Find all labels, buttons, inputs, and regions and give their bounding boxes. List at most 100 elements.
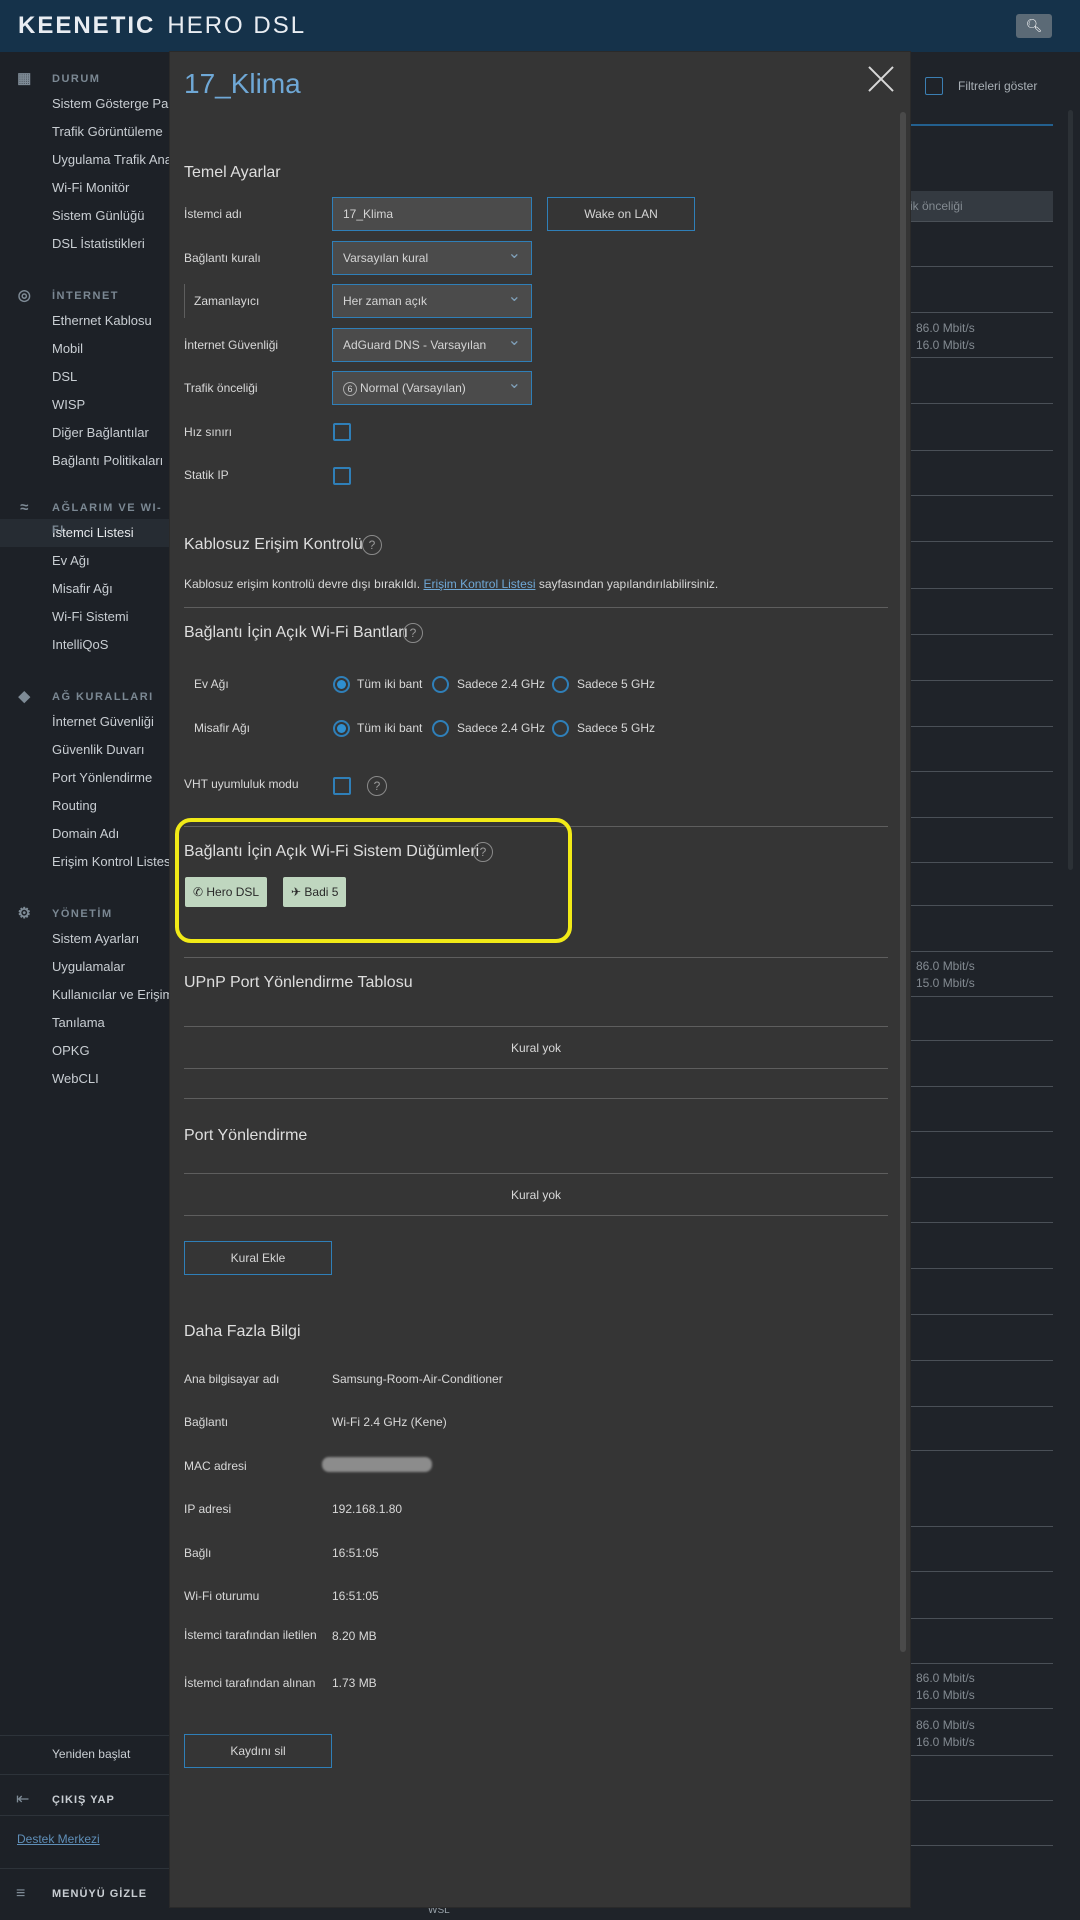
info-label: Bağlantı: [184, 1415, 229, 1429]
connection-rule-select[interactable]: Varsayılan kural: [332, 238, 532, 275]
sidebar-item[interactable]: Uygulama Trafik Analizi: [0, 146, 170, 174]
modal-title: 17_Klima: [184, 68, 301, 99]
sidebar-item[interactable]: Misafir Ağı: [0, 575, 170, 603]
sidebar-item[interactable]: DSL: [0, 363, 170, 391]
background-row-line: [910, 588, 1053, 589]
received-value: 1.73 MB: [332, 1676, 377, 1690]
table-top-line: [184, 1173, 888, 1174]
sidebar-item[interactable]: WISP: [0, 391, 170, 419]
sidebar-item[interactable]: Erişim Kontrol Listesi: [0, 848, 170, 876]
sidebar-divider: [0, 1868, 170, 1869]
background-row-line: [910, 1040, 1053, 1041]
info-label: İstemci tarafından alınan: [184, 1676, 316, 1690]
home-both-bands-radio[interactable]: [333, 676, 350, 693]
sidebar-item[interactable]: Trafik Görüntüleme: [0, 118, 170, 146]
background-row-line: [910, 1663, 1053, 1664]
traffic-priority-select[interactable]: 6 Normal (Varsayılan): [332, 368, 532, 405]
sidebar-item[interactable]: Wi-Fi Sistemi: [0, 603, 170, 631]
background-row-line: [910, 1526, 1053, 1527]
internet-security-select[interactable]: AdGuard DNS - Varsayılan: [332, 325, 532, 362]
close-icon[interactable]: [866, 64, 896, 94]
restart-button[interactable]: Yeniden başlat: [0, 1744, 170, 1764]
guest-5ghz-radio[interactable]: [552, 720, 569, 737]
scheduler-select[interactable]: Her zaman açık: [332, 281, 532, 318]
sidebar-item[interactable]: Güvenlik Duvarı: [0, 736, 170, 764]
highlight-annotation: [175, 818, 572, 943]
sidebar-item-client-list[interactable]: İstemci Listesi: [0, 519, 170, 547]
menu-icon: ≡: [16, 1885, 26, 1902]
sidebar-item[interactable]: Sistem Günlüğü: [0, 202, 170, 230]
modal-scrollbar[interactable]: [900, 112, 906, 1652]
port-forward-heading: Port Yönlendirme: [184, 1127, 308, 1144]
background-row-line: [910, 951, 1053, 952]
background-row-line: [910, 450, 1053, 451]
background-row-line: [910, 1800, 1053, 1801]
sidebar-item[interactable]: Wi-Fi Monitör: [0, 174, 170, 202]
logout-button[interactable]: ⇤ ÇIKIŞ YAP: [0, 1780, 170, 1820]
guest-both-bands-radio[interactable]: [333, 720, 350, 737]
wifi-bands-heading: Bağlantı İçin Açık Wi-Fi Bantları: [184, 624, 409, 641]
home-24ghz-radio[interactable]: [432, 676, 449, 693]
background-row-line: [910, 1268, 1053, 1269]
sidebar-section-rules: ◆ AĞ KURALLARI İnternet Güvenliği Güvenli…: [0, 686, 170, 876]
support-link[interactable]: Destek Merkezi: [0, 1832, 170, 1846]
sidebar-item[interactable]: Bağlantı Politikaları: [0, 447, 170, 475]
filters-checkbox[interactable]: [925, 77, 943, 95]
sidebar-item[interactable]: Uygulamalar: [0, 953, 170, 981]
wifi-session-value: 16:51:05: [332, 1589, 379, 1603]
background-bottom-strip: WSL: [260, 1905, 910, 1920]
static-ip-checkbox[interactable]: [333, 467, 351, 485]
help-icon[interactable]: ?: [362, 535, 382, 555]
sidebar-item[interactable]: Tanılama: [0, 1009, 170, 1037]
help-icon[interactable]: ?: [403, 623, 423, 643]
client-name-input[interactable]: 17_Klima: [332, 197, 532, 231]
sidebar-section-internet: ◎ İNTERNET Ethernet Kablosu Mobil DSL WIS…: [0, 285, 170, 475]
sidebar-item[interactable]: Ev Ağı: [0, 547, 170, 575]
sidebar-section-networks: ≈ AĞLARIM VE WI-FI İstemci Listesi Ev Ağı…: [0, 497, 170, 659]
sidebar-item[interactable]: DSL İstatistikleri: [0, 230, 170, 258]
info-label: Ana bilgisayar adı: [184, 1372, 280, 1386]
wake-on-lan-button[interactable]: Wake on LAN: [547, 197, 695, 231]
sidebar-item[interactable]: Diğer Bağlantılar: [0, 419, 170, 447]
speed-limit-checkbox[interactable]: [333, 423, 351, 441]
divider: [184, 1098, 888, 1099]
background-scrollbar[interactable]: [1068, 110, 1073, 870]
background-row-line: [910, 1708, 1053, 1709]
sidebar-item[interactable]: Mobil: [0, 335, 170, 363]
sidebar-divider: [0, 1735, 170, 1736]
radio-label: Sadece 5 GHz: [577, 677, 656, 691]
background-row-line: [910, 1360, 1053, 1361]
sidebar-item[interactable]: Routing: [0, 792, 170, 820]
acl-link[interactable]: Erişim Kontrol Listesi: [423, 577, 535, 591]
sidebar-item[interactable]: İnternet Güvenliği: [0, 708, 170, 736]
add-rule-button[interactable]: Kural Ekle: [184, 1241, 332, 1275]
table-bottom-line: [184, 1068, 888, 1069]
guest-24ghz-radio[interactable]: [432, 720, 449, 737]
indent-line: [184, 284, 185, 318]
sidebar-divider: [0, 1815, 170, 1816]
help-icon[interactable]: ?: [367, 776, 387, 796]
vht-checkbox[interactable]: [333, 777, 351, 795]
sidebar-item[interactable]: Domain Adı: [0, 820, 170, 848]
sidebar-item[interactable]: OPKG: [0, 1037, 170, 1065]
port-forward-empty-text: Kural yok: [510, 1188, 562, 1202]
sidebar-item[interactable]: WebCLI: [0, 1065, 170, 1093]
sidebar-item[interactable]: Sistem Ayarları: [0, 925, 170, 953]
wireless-acl-text: Kablosuz erişim kontrolü devre dışı bıra…: [184, 577, 719, 591]
speed-cell: 86.0 Mbit/s 16.0 Mbit/s: [916, 321, 975, 352]
sidebar-item[interactable]: Kullanıcılar ve Erişim: [0, 981, 170, 1009]
sidebar-item[interactable]: Ethernet Kablosu: [0, 307, 170, 335]
gear-icon: ⚙: [17, 905, 33, 922]
sidebar-item[interactable]: IntelliQoS: [0, 631, 170, 659]
hide-menu-button[interactable]: ≡ MENÜYÜ GİZLE: [0, 1874, 170, 1914]
background-row-line: [910, 266, 1053, 267]
search-button[interactable]: 🔍︎: [1016, 14, 1052, 38]
shield-icon: ◆: [18, 688, 32, 705]
background-row-line: [910, 1755, 1053, 1756]
sidebar-item[interactable]: Sistem Gösterge Paneli: [0, 90, 170, 118]
sidebar: ▦DURUM Sistem Gösterge Paneli Trafik Gör…: [0, 52, 170, 1920]
sidebar-item[interactable]: Port Yönlendirme: [0, 764, 170, 792]
divider: [184, 957, 888, 958]
delete-record-button[interactable]: Kaydını sil: [184, 1734, 332, 1768]
home-5ghz-radio[interactable]: [552, 676, 569, 693]
